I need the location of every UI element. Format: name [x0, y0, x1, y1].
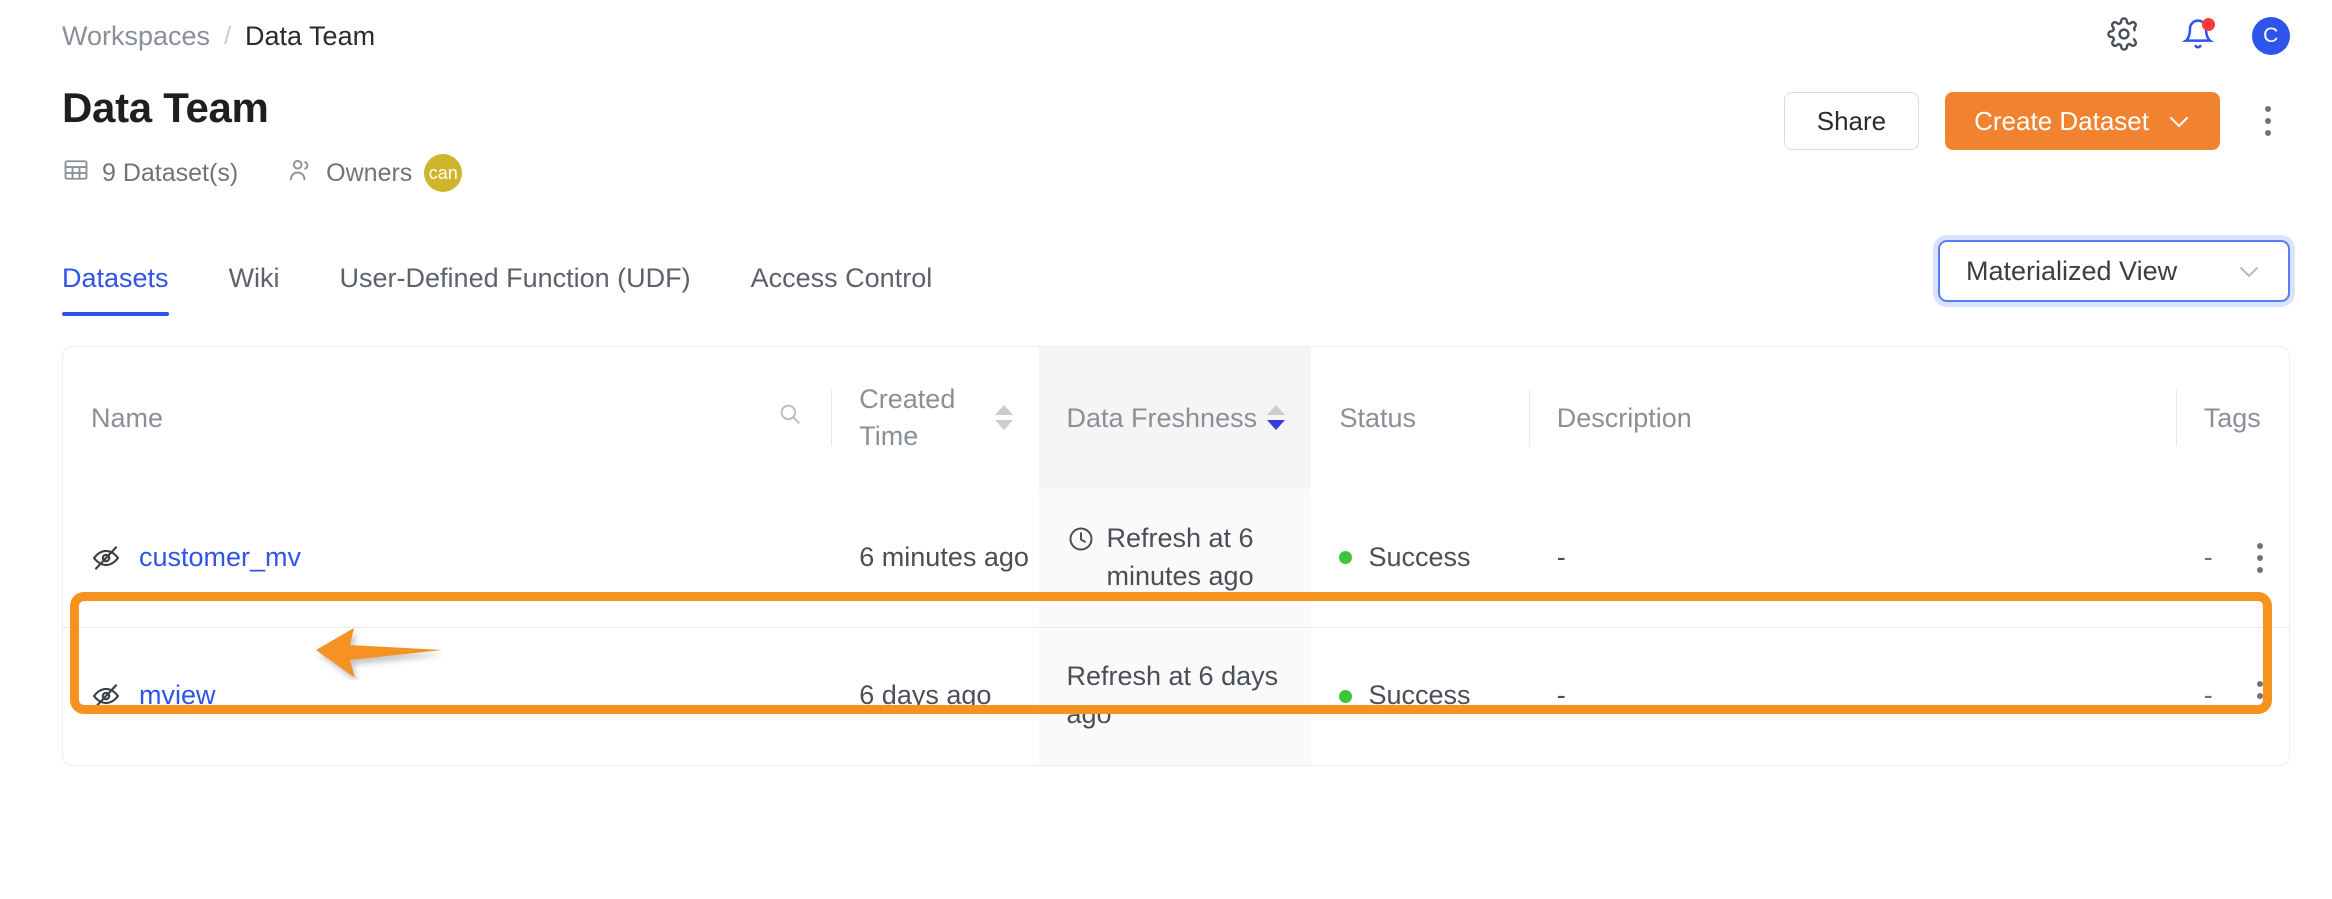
status-dot	[1339, 551, 1353, 565]
cell-created-time: 6 minutes ago	[859, 542, 1029, 573]
header-more-menu-button[interactable]	[2246, 95, 2290, 147]
tab-access-control[interactable]: Access Control	[751, 263, 933, 316]
tags-value: -	[2203, 542, 2213, 573]
column-label-description: Description	[1556, 402, 1692, 433]
tab-udf[interactable]: User-Defined Function (UDF)	[340, 263, 691, 316]
column-header-status[interactable]: Status	[1311, 347, 1528, 489]
cell-data-freshness: Refresh at 6 days ago	[1038, 626, 1312, 765]
dataset-count-label: 9 Dataset(s)	[102, 158, 239, 187]
column-header-name[interactable]: Name	[63, 347, 831, 489]
tabs-bar: Datasets Wiki User-Defined Function (UDF…	[0, 240, 2332, 316]
breadcrumb-current: Data Team	[245, 20, 376, 51]
clock-icon	[1067, 525, 1095, 564]
cell-tags: -	[2175, 626, 2289, 765]
dataset-count: 9 Dataset(s)	[62, 156, 238, 191]
cell-description: -	[1556, 542, 1566, 573]
page-title: Data Team	[62, 84, 269, 131]
create-dataset-button[interactable]: Create Dataset	[1945, 92, 2220, 150]
tags-value: -	[2203, 680, 2213, 711]
column-header-description[interactable]: Description	[1529, 347, 2176, 489]
tab-datasets[interactable]: Datasets	[62, 263, 169, 316]
dot	[2265, 106, 2271, 112]
view-type-value: Materialized View	[1966, 255, 2178, 286]
dataset-link-mview[interactable]: mview	[139, 677, 216, 715]
view-type-select[interactable]: Materialized View	[1938, 240, 2290, 302]
chevron-down-icon	[2167, 106, 2191, 137]
column-header-created-time[interactable]: Created Time	[831, 347, 1038, 489]
cell-name: customer_mv	[63, 489, 831, 627]
data-freshness-value: Refresh at 6 minutes ago	[1106, 523, 1254, 591]
cell-created-time: 6 days ago	[831, 626, 1039, 765]
dot	[2257, 693, 2263, 700]
user-avatar[interactable]: C	[2252, 17, 2290, 55]
breadcrumb: Workspaces / Data Team	[62, 21, 375, 52]
chevron-down-icon	[2236, 256, 2262, 287]
dot	[2265, 130, 2271, 136]
breadcrumb-workspaces[interactable]: Workspaces	[62, 21, 210, 52]
tab-list: Datasets Wiki User-Defined Function (UDF…	[62, 263, 992, 316]
sort-data-freshness-button[interactable]	[1267, 405, 1286, 431]
column-header-data-freshness[interactable]: Data Freshness	[1038, 347, 1312, 489]
owner-avatar[interactable]: can	[424, 154, 463, 192]
dot	[2257, 554, 2263, 561]
settings-button[interactable]	[2104, 16, 2144, 56]
gear-icon	[2107, 16, 2141, 56]
header-actions: Share Create Dataset	[1783, 92, 2290, 150]
status-badge: Success	[1368, 680, 1471, 711]
owners-group: Owners can	[286, 154, 463, 192]
tab-wiki[interactable]: Wiki	[229, 263, 280, 316]
cell-data-freshness: Refresh at 6 minutes ago	[1038, 489, 1312, 627]
dot	[2257, 681, 2263, 688]
sort-ascending-icon	[1267, 405, 1286, 416]
row-more-menu-button[interactable]	[2257, 542, 2263, 573]
search-icon[interactable]	[777, 401, 805, 434]
eye-off-icon	[91, 543, 121, 573]
share-button[interactable]: Share	[1783, 92, 1920, 150]
row-more-menu-button[interactable]	[2257, 681, 2263, 712]
column-label-data-freshness: Data Freshness	[1066, 402, 1258, 433]
column-label-name: Name	[91, 402, 164, 433]
page-header: Data Team 9 Dataset(s) Owners can Share …	[0, 72, 2332, 192]
sort-ascending-icon	[994, 405, 1013, 416]
column-label-created-time: Created Time	[859, 384, 956, 451]
dot	[2257, 705, 2263, 712]
column-label-status: Status	[1339, 402, 1416, 433]
eye-off-icon	[91, 681, 121, 711]
notification-badge-dot	[2202, 18, 2215, 31]
top-bar-actions: C	[2104, 16, 2290, 56]
table-header-row: Name Created Time Data Freshness Status …	[63, 347, 2289, 489]
status-badge: Success	[1368, 542, 1471, 573]
people-icon	[286, 156, 314, 191]
datasets-table: Name Created Time Data Freshness Status …	[63, 347, 2289, 765]
dot	[2257, 566, 2263, 573]
datasets-table-container: Name Created Time Data Freshness Status …	[62, 346, 2290, 766]
cell-status: Success	[1311, 626, 1529, 765]
breadcrumb-separator: /	[224, 21, 232, 50]
page-meta: 9 Dataset(s) Owners can	[62, 154, 1784, 192]
cell-status: Success	[1311, 489, 1528, 627]
dot	[2257, 542, 2263, 549]
dot	[2265, 118, 2271, 124]
cell-name: mview	[63, 626, 832, 765]
table-row[interactable]: customer_mv 6 minutes ago Refresh at 6 m…	[63, 489, 2289, 627]
column-label-tags: Tags	[2203, 402, 2261, 433]
table-row[interactable]: mview 6 days ago Refresh at 6 days ago S…	[63, 626, 2289, 765]
dataset-link-customer-mv[interactable]: customer_mv	[139, 539, 301, 577]
table-grid-icon	[62, 156, 90, 191]
cell-description: -	[1528, 626, 2176, 765]
notifications-button[interactable]	[2178, 16, 2218, 56]
owners-label: Owners	[326, 158, 413, 187]
sort-descending-icon-active	[1267, 420, 1286, 431]
create-dataset-label: Create Dataset	[1974, 105, 2149, 136]
column-header-tags[interactable]: Tags	[2176, 347, 2289, 489]
status-dot	[1339, 689, 1353, 703]
sort-descending-icon	[994, 420, 1013, 431]
cell-tags: -	[2176, 489, 2289, 627]
top-bar: Workspaces / Data Team C	[0, 0, 2332, 72]
sort-created-time-button[interactable]	[994, 405, 1013, 431]
